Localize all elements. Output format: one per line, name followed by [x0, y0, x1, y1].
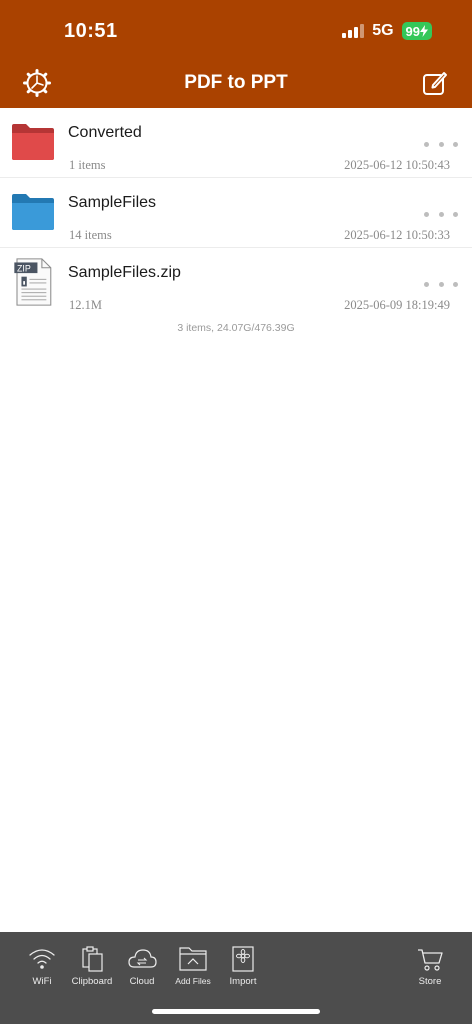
folder-red-icon — [12, 124, 54, 160]
file-name: SampleFiles — [68, 194, 157, 211]
file-date: 2025-06-09 18:19:49 — [344, 298, 450, 312]
shopping-cart-icon — [418, 949, 443, 971]
cloud-icon — [128, 949, 157, 968]
file-row-samplefiles[interactable]: SampleFiles 14 items 2025-06-12 10:50:33 — [0, 178, 472, 248]
file-meta: 12.1M — [69, 298, 102, 312]
zip-file-icon: ZIP — [14, 258, 52, 306]
more-options-icon[interactable] — [424, 138, 458, 150]
more-options-icon[interactable] — [424, 278, 458, 290]
file-name: SampleFiles.zip — [68, 264, 181, 281]
wifi-icon — [29, 949, 55, 969]
file-date: 2025-06-12 10:50:33 — [344, 228, 450, 242]
storage-summary: 3 items, 24.07G/476.39G — [177, 322, 295, 334]
photo-import-icon — [232, 946, 254, 972]
import-label: Import — [229, 976, 257, 987]
store-button[interactable]: Store — [400, 944, 460, 987]
file-meta: 1 items — [69, 158, 106, 172]
zip-label: ZIP — [17, 263, 31, 273]
file-row-samplefiles-zip[interactable]: ZIP SampleFiles.zip 12.1M 2025-06-09 18:… — [0, 248, 472, 318]
header-bar: 10:51 5G 99 PDF to PPT — [0, 0, 472, 108]
charging-icon — [420, 25, 428, 37]
file-name: Converted — [68, 124, 142, 141]
screen: 10:51 5G 99 PDF to PPT Converted 1 items… — [0, 0, 472, 1024]
import-button[interactable]: Import — [213, 944, 273, 987]
add-files-folder-icon — [179, 947, 207, 971]
store-label: Store — [418, 976, 442, 987]
network-type: 5G — [372, 22, 394, 39]
file-row-converted[interactable]: Converted 1 items 2025-06-12 10:50:43 — [0, 108, 472, 178]
home-indicator[interactable] — [152, 1009, 320, 1014]
edit-icon[interactable] — [422, 70, 448, 96]
status-time: 10:51 — [64, 20, 118, 42]
clipboard-icon — [82, 946, 103, 972]
more-options-icon[interactable] — [424, 208, 458, 220]
file-meta: 14 items — [69, 228, 112, 242]
file-list: Converted 1 items 2025-06-12 10:50:43 Sa… — [0, 108, 472, 318]
file-date: 2025-06-12 10:50:43 — [344, 158, 450, 172]
page-title: PDF to PPT — [184, 72, 288, 93]
battery-level: 99 — [405, 23, 420, 39]
status-indicators: 5G 99 — [342, 22, 432, 40]
signal-icon — [342, 24, 365, 38]
battery-indicator: 99 — [401, 22, 432, 40]
folder-blue-icon — [12, 194, 54, 230]
